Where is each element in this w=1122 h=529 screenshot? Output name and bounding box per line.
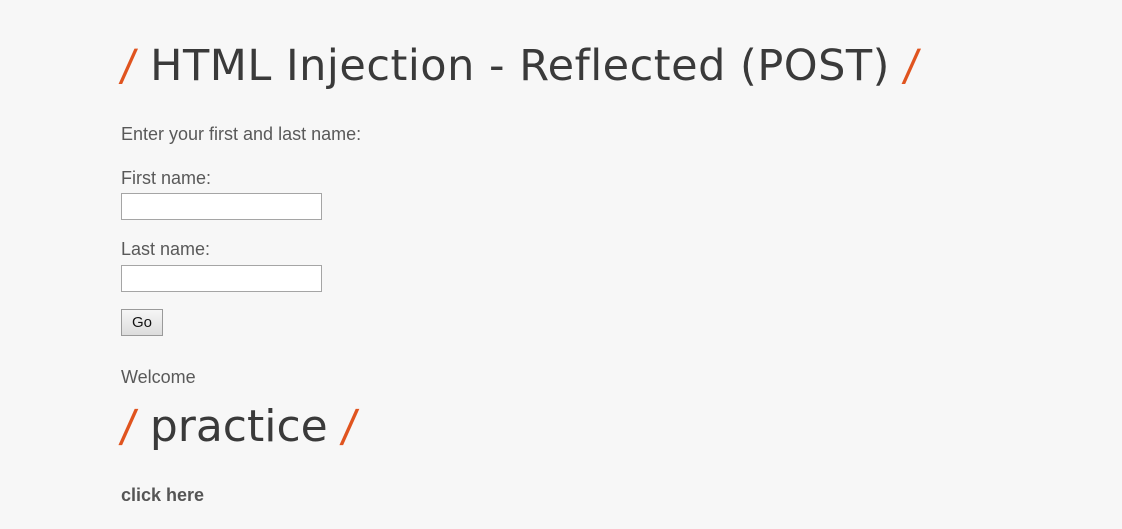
first-name-field[interactable] bbox=[121, 193, 322, 220]
injected-slash-left: / bbox=[117, 401, 140, 452]
first-name-label: First name: bbox=[121, 168, 212, 188]
title-text: HTML Injection - Reflected (POST) bbox=[150, 41, 890, 91]
click-here-link[interactable]: click here bbox=[121, 486, 204, 504]
injected-heading: / practice / bbox=[117, 401, 361, 452]
title-slash-left: / bbox=[117, 41, 140, 91]
go-button[interactable]: Go bbox=[121, 309, 163, 336]
form-intro-text: Enter your first and last name: bbox=[121, 124, 362, 144]
page-title: / HTML Injection - Reflected (POST) / bbox=[117, 41, 923, 91]
injected-heading-text: practice bbox=[149, 401, 328, 452]
welcome-text: Welcome bbox=[121, 367, 196, 387]
last-name-field[interactable] bbox=[121, 265, 322, 292]
injected-slash-right: / bbox=[338, 401, 361, 452]
title-slash-right: / bbox=[900, 41, 923, 91]
last-name-label: Last name: bbox=[121, 239, 211, 259]
